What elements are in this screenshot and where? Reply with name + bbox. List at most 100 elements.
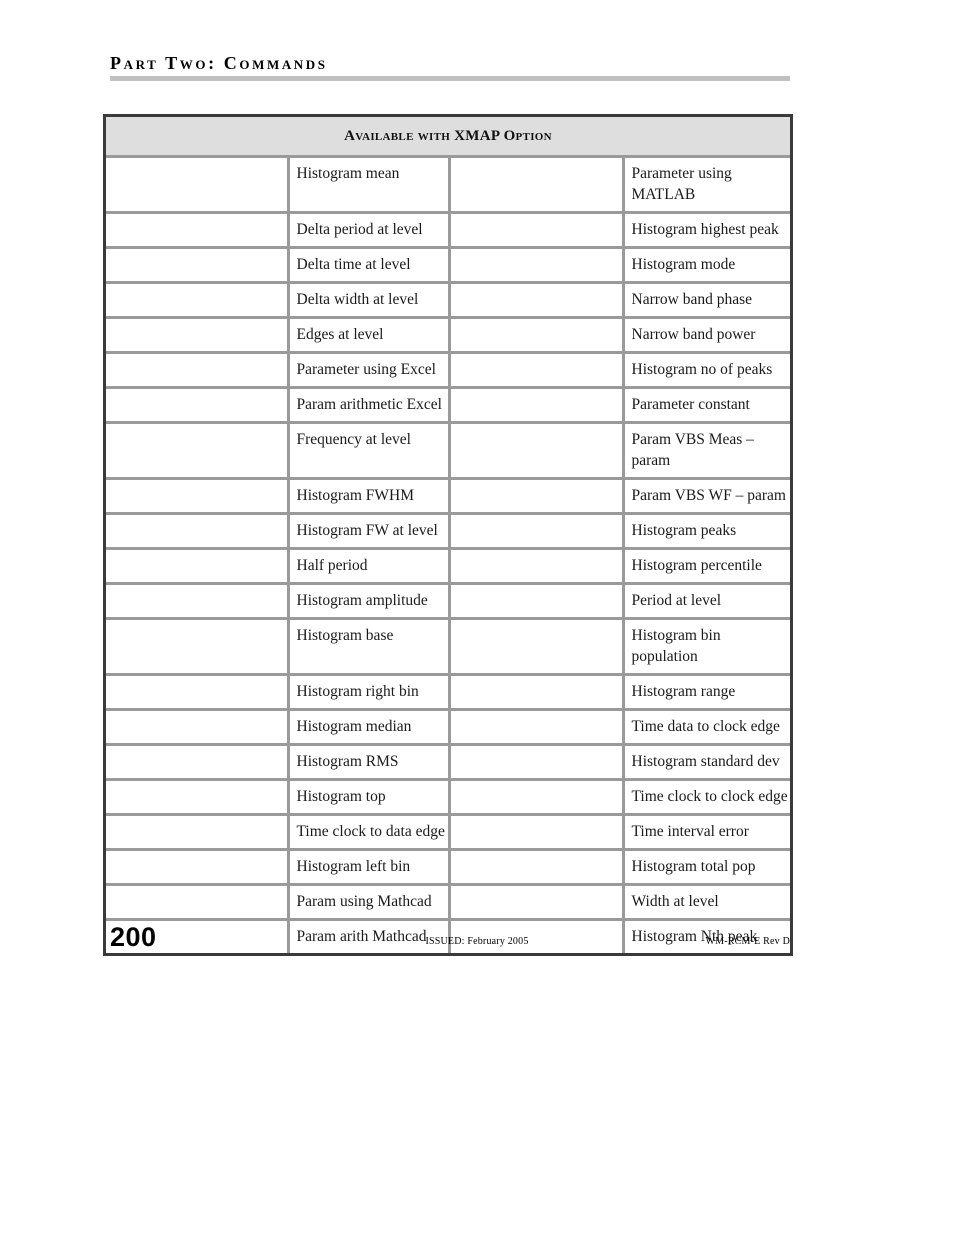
table-cell-command: Parameter using Excel [288, 351, 451, 388]
document-page: Part Two: Commands Available with XMAP O… [0, 0, 954, 1235]
table-cell-command: Half period [288, 547, 451, 584]
table-title: Available with XMAP Option [106, 117, 791, 158]
table-cell-blank [106, 582, 290, 619]
table-cell-command: Delta width at level [288, 281, 451, 318]
table-cell-command: Histogram bin population [623, 617, 791, 675]
table-row: Frequency at level Param VBS Meas – param [106, 421, 791, 479]
table-cell-blank [106, 351, 290, 388]
table-cell-command: Narrow band phase [623, 281, 791, 318]
table-cell-blank [106, 813, 290, 850]
table-cell-command: Histogram mean [288, 156, 451, 213]
table-cell-command: Time clock to clock edge [623, 778, 791, 815]
table-cell-blank [106, 547, 290, 584]
table-cell-blank [449, 477, 625, 514]
table-cell-blank [449, 246, 625, 283]
table-cell-command: Histogram base [288, 617, 451, 675]
table-cell-blank [449, 673, 625, 710]
table-cell-command: Histogram no of peaks [623, 351, 791, 388]
table-cell-blank [106, 883, 290, 920]
table-row: Delta time at level Histogram mode [106, 246, 791, 283]
table-row: Param using Mathcad Width at level [106, 883, 791, 920]
table-cell-command: Param arithmetic Excel [288, 386, 451, 423]
table-row: Parameter using Excel Histogram no of pea… [106, 351, 791, 388]
table-cell-blank [449, 421, 625, 479]
table-cell-blank [106, 848, 290, 885]
table-cell-blank [106, 246, 290, 283]
running-head-rule [110, 76, 790, 81]
table-row: Histogram FWHM Param VBS WF – param [106, 477, 791, 514]
table-cell-command: Histogram FWHM [288, 477, 451, 514]
table-cell-blank [449, 813, 625, 850]
table-cell-blank [106, 316, 290, 353]
commands-table: Available with XMAP Option Histogram mea… [106, 117, 791, 953]
table-cell-blank [449, 848, 625, 885]
table-row: Histogram RMS Histogram standard dev [106, 743, 791, 780]
table-row: Half period Histogram percentile [106, 547, 791, 584]
table-cell-blank [449, 211, 625, 248]
table-cell-command: Histogram range [623, 673, 791, 710]
table-cell-blank [449, 156, 625, 213]
table-cell-command: Histogram RMS [288, 743, 451, 780]
table-body: Histogram mean Parameter using MATLAB Delt… [106, 156, 791, 953]
table-row: Delta width at level Narrow band phase [106, 281, 791, 318]
table-title-row: Available with XMAP Option [106, 117, 791, 158]
table-row: Histogram FW at level Histogram peaks [106, 512, 791, 549]
table-cell-blank [106, 211, 290, 248]
table-cell-blank [449, 582, 625, 619]
table-cell-blank [449, 386, 625, 423]
commands-table-container: Available with XMAP Option Histogram mea… [103, 114, 793, 956]
table-cell-blank [449, 351, 625, 388]
table-cell-command: Edges at level [288, 316, 451, 353]
table-row: Histogram top Time clock to clock edge [106, 778, 791, 815]
table-cell-blank [106, 673, 290, 710]
table-cell-blank [449, 316, 625, 353]
table-cell-command: Histogram total pop [623, 848, 791, 885]
table-cell-command: Histogram FW at level [288, 512, 451, 549]
table-cell-blank [449, 883, 625, 920]
table-cell-command: Param VBS Meas – param [623, 421, 791, 479]
table-cell-command: Histogram highest peak [623, 211, 791, 248]
table-cell-blank [449, 281, 625, 318]
table-cell-blank [106, 743, 290, 780]
table-cell-command: Frequency at level [288, 421, 451, 479]
table-row: Param arithmetic Excel Parameter constant [106, 386, 791, 423]
footer-revision-code: WM-RCM-E Rev D [705, 936, 790, 947]
table-cell-command: Histogram median [288, 708, 451, 745]
table-cell-blank [106, 156, 290, 213]
table-cell-command: Parameter constant [623, 386, 791, 423]
table-cell-blank [106, 512, 290, 549]
table-cell-command: Histogram left bin [288, 848, 451, 885]
table-row: Histogram left bin Histogram total pop [106, 848, 791, 885]
table-cell-blank [106, 708, 290, 745]
table-cell-blank [106, 617, 290, 675]
table-row: Time clock to data edge Time interval err… [106, 813, 791, 850]
running-head-label: Part Two: Commands [110, 53, 328, 73]
table-cell-command: Width at level [623, 883, 791, 920]
table-cell-command: Param VBS WF – param [623, 477, 791, 514]
table-row: Histogram mean Parameter using MATLAB [106, 156, 790, 213]
footer-issued-date: ISSUED: February 2005 [425, 936, 529, 947]
table-cell-command: Histogram mode [623, 246, 791, 283]
table-cell-command: Histogram peaks [623, 512, 791, 549]
table-cell-blank [106, 421, 290, 479]
table-cell-command: Histogram top [288, 778, 451, 815]
table-head: Available with XMAP Option [106, 117, 791, 158]
table-cell-command: Histogram standard dev [623, 743, 791, 780]
table-row: Histogram median Time data to clock edge [106, 708, 791, 745]
table-row: Delta period at level Histogram highest p… [106, 211, 791, 248]
table-row: Histogram base Histogram bin population [106, 617, 791, 675]
table-cell-blank [449, 547, 625, 584]
table-cell-command: Param using Mathcad [288, 883, 451, 920]
table-cell-command: Histogram amplitude [288, 582, 451, 619]
table-cell-blank [449, 743, 625, 780]
table-cell-command: Histogram right bin [288, 673, 451, 710]
table-row: Edges at level Narrow band power [106, 316, 791, 353]
table-cell-blank [106, 778, 290, 815]
running-head: Part Two: Commands [110, 52, 790, 74]
table-row: Histogram amplitude Period at level [106, 582, 791, 619]
table-cell-blank [449, 708, 625, 745]
table-cell-command: Period at level [623, 582, 791, 619]
table-cell-command: Time data to clock edge [623, 708, 791, 745]
table-row: Histogram right bin Histogram range [106, 673, 791, 710]
table-cell-command: Delta period at level [288, 211, 451, 248]
